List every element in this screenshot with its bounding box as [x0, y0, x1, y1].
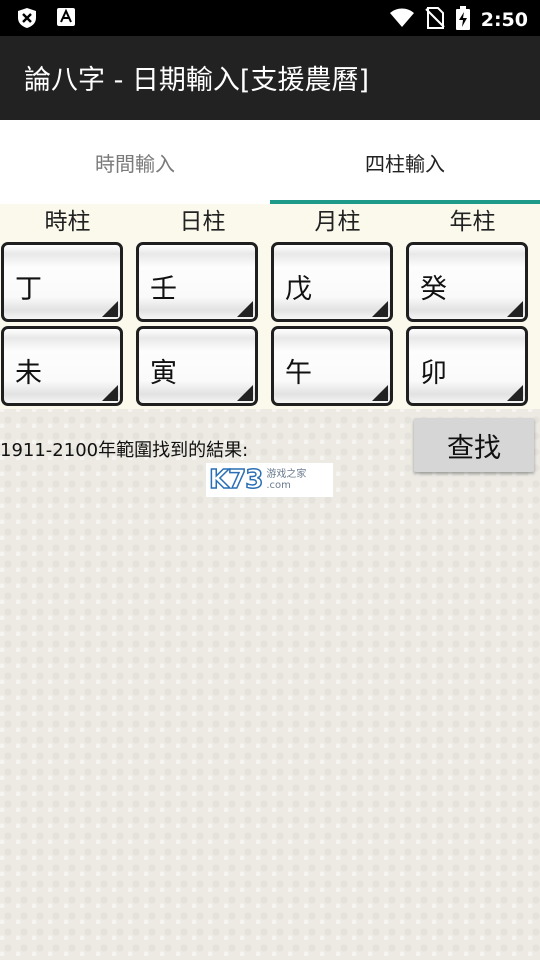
security-icon	[16, 7, 38, 33]
day-branch-select[interactable]: 寅	[136, 326, 258, 406]
dropdown-corner-icon	[237, 385, 253, 401]
watermark-domain: .com	[266, 480, 291, 491]
watermark-text: 游戏之家	[266, 469, 307, 480]
day-stem-value: 壬	[150, 274, 177, 305]
result-label: 1911-2100年範圍找到的結果:	[0, 440, 249, 461]
dropdown-corner-icon	[102, 385, 118, 401]
pillar-headers: 時柱 日柱 月柱 年柱	[0, 204, 540, 240]
header-hour-pillar: 時柱	[44, 209, 91, 235]
month-branch-select[interactable]: 午	[271, 326, 393, 406]
year-branch-value: 卯	[420, 358, 447, 389]
hour-stem-select[interactable]: 丁	[1, 242, 123, 322]
year-branch-select[interactable]: 卯	[406, 326, 528, 406]
day-branch-value: 寅	[150, 358, 177, 389]
app-bar: 論八字 - 日期輸入[支援農曆]	[0, 36, 540, 120]
dropdown-corner-icon	[372, 301, 388, 317]
year-stem-select[interactable]: 癸	[406, 242, 528, 322]
tab-time-input[interactable]: 時間輸入	[0, 120, 270, 204]
hour-branch-select[interactable]: 未	[1, 326, 123, 406]
dropdown-corner-icon	[102, 301, 118, 317]
hour-stem-value: 丁	[15, 274, 42, 305]
search-button[interactable]: 查找	[414, 418, 534, 472]
battery-charging-icon	[455, 6, 471, 34]
year-stem-value: 癸	[420, 274, 447, 305]
status-bar: 2:50	[0, 0, 540, 36]
tab-bar: 時間輸入 四柱輸入	[0, 120, 540, 204]
header-year-pillar: 年柱	[449, 209, 496, 235]
watermark-logo: K73 游戏之家 .com	[206, 463, 333, 497]
watermark-logo-text: K73	[208, 464, 264, 496]
month-stem-value: 戊	[285, 274, 312, 305]
dropdown-corner-icon	[237, 301, 253, 317]
header-month-pillar: 月柱	[314, 209, 361, 235]
dropdown-corner-icon	[507, 385, 523, 401]
no-sim-icon	[425, 7, 445, 33]
header-day-pillar: 日柱	[179, 209, 226, 235]
dropdown-corner-icon	[372, 385, 388, 401]
dropdown-corner-icon	[507, 301, 523, 317]
main-content: 時柱 日柱 月柱 年柱 丁 壬 戊 癸 未 寅 午 卯 1911-2100年範圍…	[0, 204, 540, 960]
tab-four-pillars-input[interactable]: 四柱輸入	[270, 120, 540, 204]
day-stem-select[interactable]: 壬	[136, 242, 258, 322]
month-stem-select[interactable]: 戊	[271, 242, 393, 322]
text-badge-icon	[56, 7, 76, 33]
wifi-icon	[389, 7, 415, 33]
clock: 2:50	[480, 9, 528, 31]
hour-branch-value: 未	[15, 358, 42, 389]
app-title: 論八字 - 日期輸入[支援農曆]	[24, 65, 369, 96]
month-branch-value: 午	[285, 358, 312, 389]
watermark-caption: 游戏之家 .com	[266, 469, 306, 491]
